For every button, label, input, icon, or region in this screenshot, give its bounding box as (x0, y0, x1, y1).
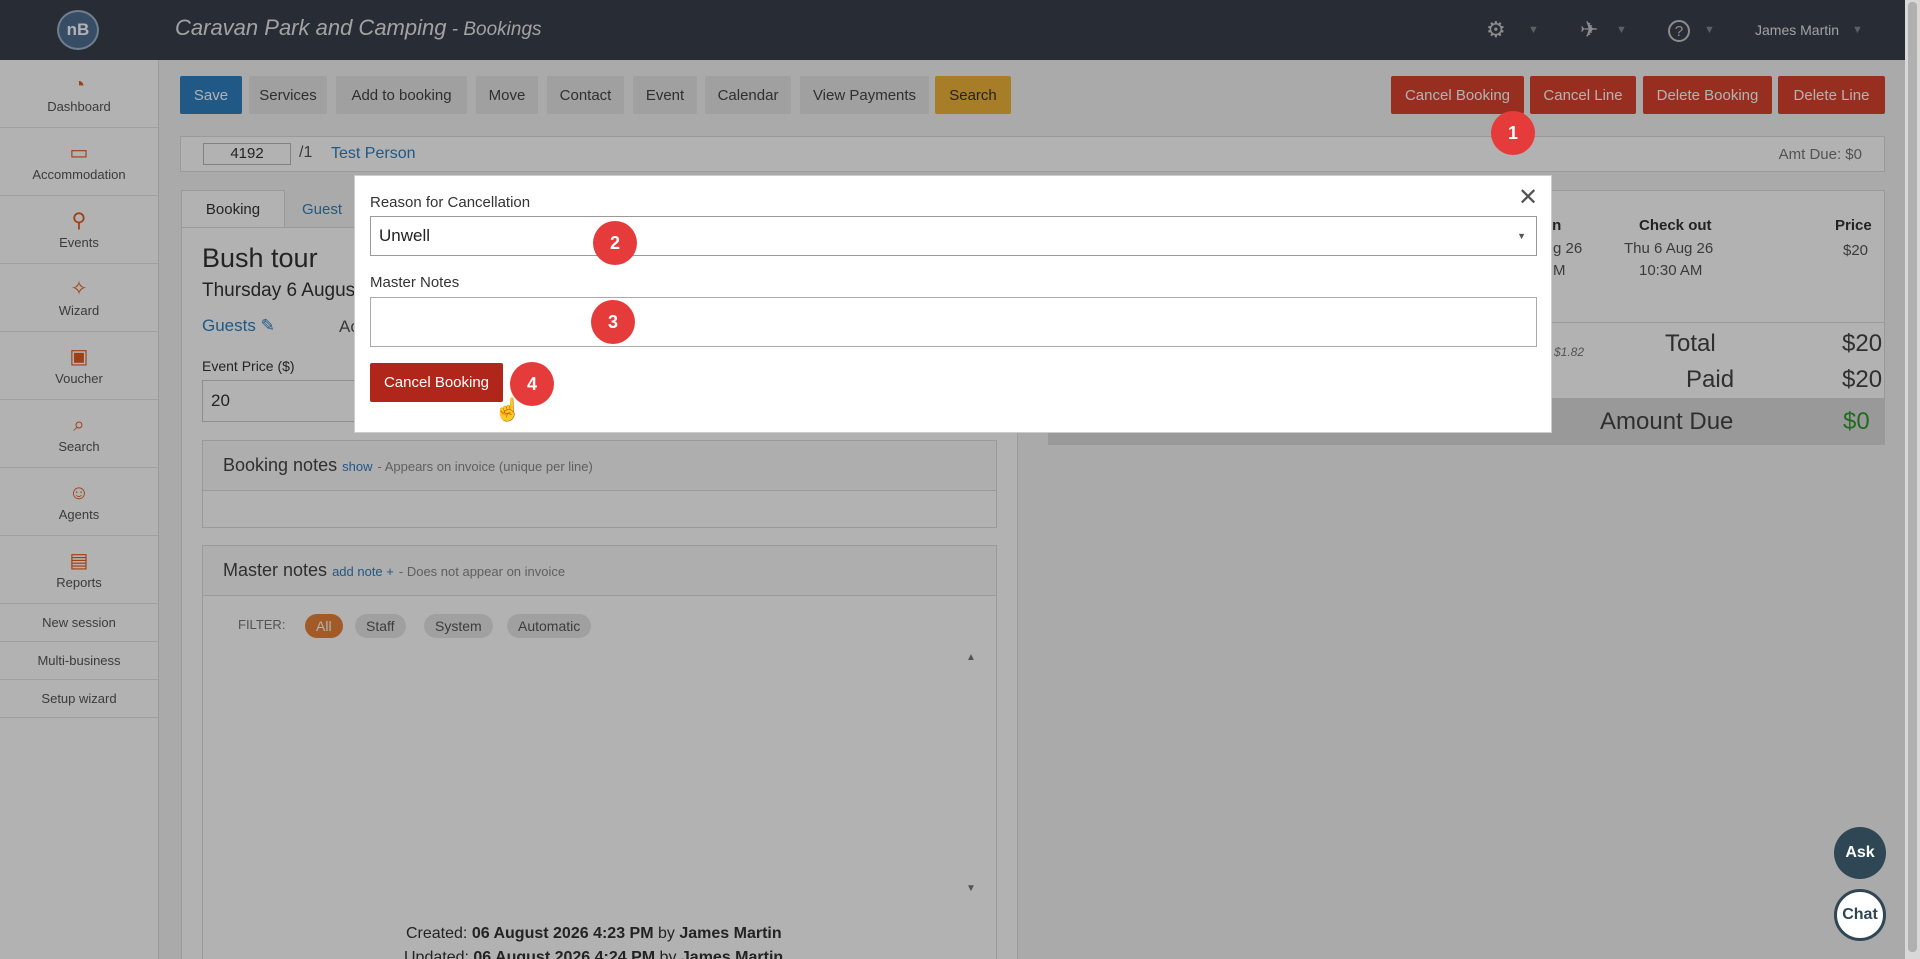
step-badge-1: 1 (1491, 111, 1535, 155)
modal-backdrop[interactable] (0, 0, 1905, 959)
master-notes-label: Master Notes (370, 274, 460, 291)
chevron-down-icon: ▼ (1517, 231, 1526, 241)
ask-button[interactable]: Ask (1834, 827, 1886, 879)
master-notes-textarea[interactable] (370, 297, 1537, 347)
step-badge-2: 2 (593, 221, 637, 265)
confirm-cancel-booking-button[interactable]: Cancel Booking (370, 363, 503, 402)
chat-button[interactable]: Chat (1834, 889, 1886, 941)
step-badge-3: 3 (591, 300, 635, 344)
close-icon[interactable]: ✕ (1518, 186, 1538, 210)
reason-select-value: Unwell (379, 226, 431, 245)
page-scrollbar[interactable] (1905, 0, 1920, 959)
hand-cursor-icon: ☝ (494, 397, 522, 422)
scrollbar-thumb[interactable] (1908, 2, 1917, 952)
reason-label: Reason for Cancellation (370, 194, 531, 211)
reason-select[interactable]: Unwell ▼ (370, 216, 1537, 256)
